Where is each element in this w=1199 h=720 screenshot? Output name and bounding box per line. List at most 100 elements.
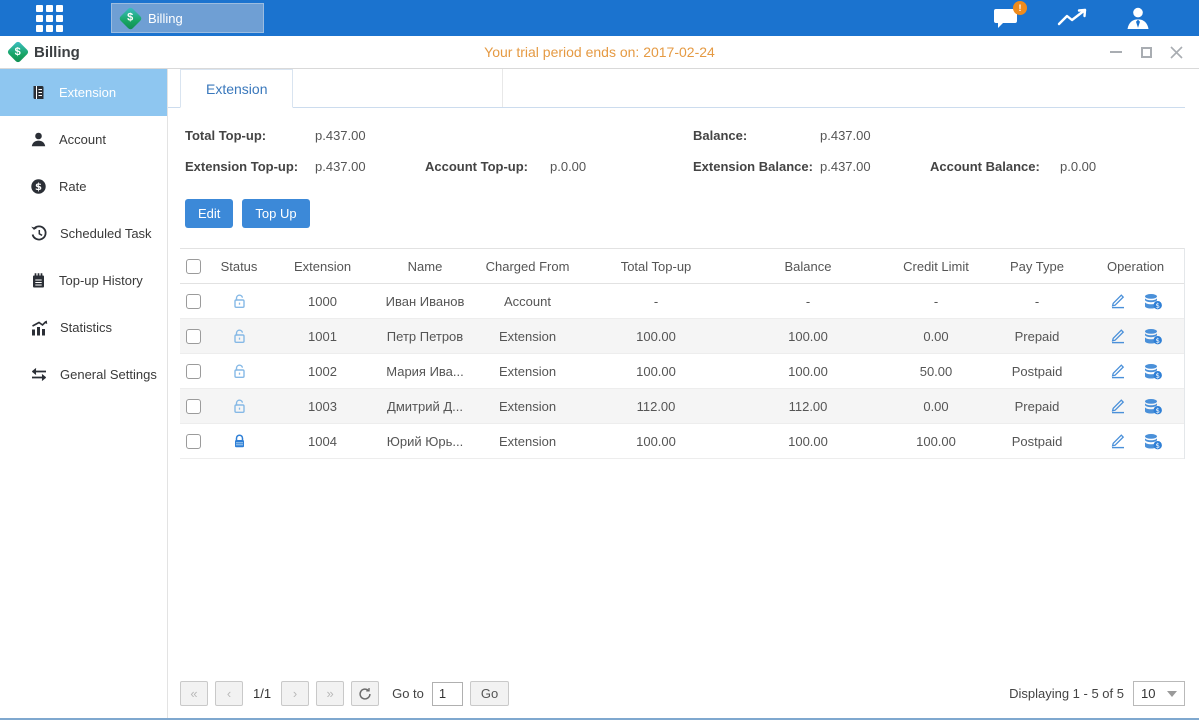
user-account-icon[interactable] [1125, 6, 1151, 30]
page-size-select[interactable]: 10 [1133, 681, 1185, 706]
account-balance-label: Account Balance: [930, 159, 1060, 174]
cell-balance: - [732, 294, 884, 309]
cell-charged-from: Extension [475, 434, 580, 449]
titlebar: $ Billing Your trial period ends on: 201… [0, 36, 1199, 69]
page-size-value: 10 [1141, 686, 1155, 701]
extension-balance-value: p.437.00 [820, 159, 930, 174]
account-topup-label: Account Top-up: [425, 159, 550, 174]
row-topup-button[interactable]: $ [1143, 363, 1163, 380]
tab-strip: Extension [168, 69, 1185, 108]
notifications-icon[interactable]: ! [993, 7, 1019, 29]
last-page-button[interactable]: » [316, 681, 344, 706]
cell-total-topup: 100.00 [580, 364, 732, 379]
table-row: 1004Юрий Юрь...Extension100.00100.00100.… [180, 424, 1184, 459]
row-checkbox[interactable] [186, 434, 201, 449]
close-button[interactable] [1169, 45, 1183, 59]
cell-credit-limit: 0.00 [884, 329, 988, 344]
refresh-button[interactable] [351, 681, 379, 706]
account-icon [30, 131, 47, 148]
col-credit-limit: Credit Limit [884, 259, 988, 274]
row-checkbox[interactable] [186, 399, 201, 414]
sidebar-item-label: Top-up History [59, 273, 143, 288]
col-pay-type: Pay Type [988, 259, 1086, 274]
sidebar-item-account[interactable]: Account [0, 116, 167, 163]
prev-page-button[interactable]: ‹ [215, 681, 243, 706]
toolbar: Edit Top Up [185, 199, 1185, 228]
row-topup-button[interactable]: $ [1143, 398, 1163, 415]
cell-balance: 100.00 [732, 329, 884, 344]
topup-icon: $ [1143, 328, 1163, 345]
cell-extension: 1001 [270, 329, 375, 344]
svg-text:$: $ [1155, 371, 1159, 379]
trial-notice: Your trial period ends on: 2017-02-24 [484, 44, 715, 60]
select-all-checkbox[interactable] [186, 259, 201, 274]
account-balance-value: p.0.00 [1060, 159, 1185, 174]
taskbar-app-billing[interactable]: $ Billing [111, 3, 264, 33]
table-header: Status Extension Name Charged From Total… [180, 248, 1184, 284]
svg-text:$: $ [1155, 406, 1159, 414]
first-page-button[interactable]: « [180, 681, 208, 706]
maximize-button[interactable] [1139, 45, 1153, 59]
row-edit-button[interactable] [1109, 398, 1127, 414]
extension-topup-label: Extension Top-up: [185, 159, 315, 174]
statistics-icon [30, 319, 48, 336]
cell-total-topup: 100.00 [580, 434, 732, 449]
row-edit-button[interactable] [1109, 433, 1127, 449]
sidebar: Extension Account $ Rate Scheduled Task … [0, 69, 168, 718]
total-topup-label: Total Top-up: [185, 128, 315, 143]
sidebar-item-topup-history[interactable]: Top-up History [0, 257, 167, 304]
row-checkbox[interactable] [186, 364, 201, 379]
sidebar-item-statistics[interactable]: Statistics [0, 304, 167, 351]
sidebar-item-scheduled-task[interactable]: Scheduled Task [0, 210, 167, 257]
lock-open-icon [231, 293, 248, 310]
tab-placeholder [293, 69, 503, 107]
col-total-topup: Total Top-up [580, 259, 732, 274]
row-edit-button[interactable] [1109, 293, 1127, 309]
cell-name: Иван Иванов [375, 294, 475, 309]
row-checkbox[interactable] [186, 329, 201, 344]
edit-icon [1109, 293, 1127, 309]
sidebar-item-general-settings[interactable]: General Settings [0, 351, 167, 398]
cell-total-topup: 112.00 [580, 399, 732, 414]
chevron-down-icon [1167, 691, 1177, 697]
cell-name: Мария Ива... [375, 364, 475, 379]
goto-label: Go to [392, 686, 424, 701]
minimize-button[interactable] [1109, 45, 1123, 59]
app-grid-icon[interactable] [36, 5, 63, 32]
sidebar-item-extension[interactable]: Extension [0, 69, 167, 116]
sidebar-item-label: Rate [59, 179, 86, 194]
cell-credit-limit: 100.00 [884, 434, 988, 449]
taskbar: $ Billing ! [0, 0, 1199, 36]
cell-balance: 100.00 [732, 434, 884, 449]
balance-label: Balance: [693, 128, 820, 143]
billing-title-icon: $ [7, 41, 30, 64]
table-row: 1003Дмитрий Д...Extension112.00112.000.0… [180, 389, 1184, 424]
col-status: Status [208, 259, 270, 274]
cell-pay-type: Postpaid [988, 364, 1086, 379]
window-title: $ Billing [10, 44, 80, 61]
col-charged-from: Charged From [475, 259, 580, 274]
resource-monitor-icon[interactable] [1057, 7, 1087, 29]
total-topup-value: p.437.00 [315, 128, 425, 143]
svg-text:$: $ [35, 182, 42, 193]
topup-button[interactable]: Top Up [242, 199, 309, 228]
row-edit-button[interactable] [1109, 363, 1127, 379]
row-topup-button[interactable]: $ [1143, 293, 1163, 310]
row-topup-button[interactable]: $ [1143, 433, 1163, 450]
goto-page-input[interactable] [432, 682, 463, 706]
sidebar-item-label: Account [59, 132, 106, 147]
tab-extension[interactable]: Extension [180, 69, 293, 108]
table-body: 1000Иван ИвановAccount----$1001Петр Петр… [180, 284, 1184, 459]
edit-button[interactable]: Edit [185, 199, 233, 228]
lock-open-icon [231, 398, 248, 415]
topup-icon: $ [1143, 293, 1163, 310]
row-topup-button[interactable]: $ [1143, 328, 1163, 345]
go-button[interactable]: Go [470, 681, 509, 706]
refresh-icon [358, 687, 372, 701]
row-edit-button[interactable] [1109, 328, 1127, 344]
next-page-button[interactable]: › [281, 681, 309, 706]
row-checkbox[interactable] [186, 294, 201, 309]
col-balance: Balance [732, 259, 884, 274]
scheduled-task-icon [30, 225, 48, 242]
sidebar-item-rate[interactable]: $ Rate [0, 163, 167, 210]
